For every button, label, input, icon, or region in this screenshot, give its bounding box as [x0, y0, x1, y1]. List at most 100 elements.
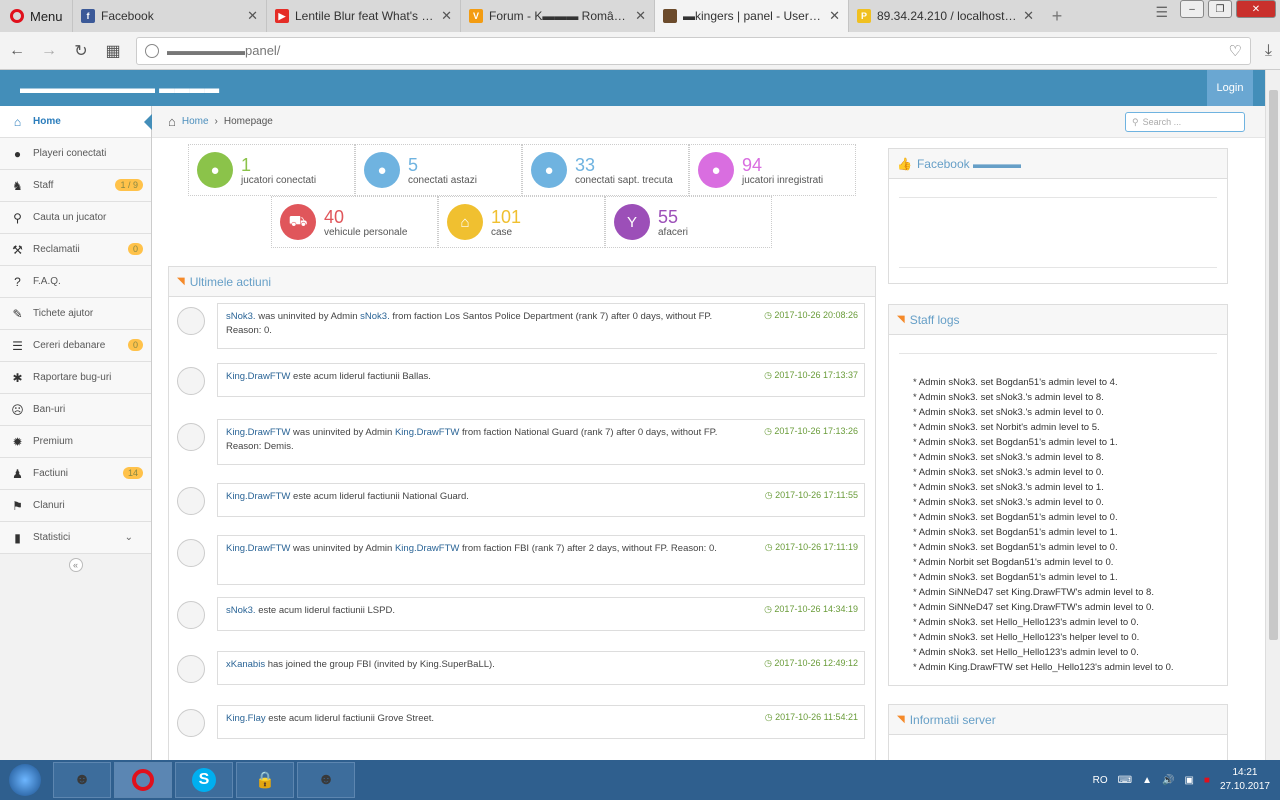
tab-close-icon[interactable]: ✕	[635, 8, 646, 24]
tray-arrow-icon[interactable]: ▲	[1142, 775, 1152, 786]
reload-icon[interactable]: ↻	[72, 41, 90, 61]
scrollbar-thumb[interactable]	[1269, 90, 1278, 640]
network-icon[interactable]: ▣	[1184, 775, 1193, 786]
player-link[interactable]: xKanabis	[226, 659, 265, 670]
taskbar-app-game[interactable]: ☻	[53, 762, 111, 798]
player-link[interactable]: King.Flay	[226, 713, 266, 724]
timestamp: 2017-10-26 17:13:26	[774, 426, 858, 436]
clock[interactable]: 14:21 27.10.2017	[1220, 766, 1270, 794]
forward-icon[interactable]: →	[40, 42, 58, 60]
tab-close-icon[interactable]: ✕	[829, 8, 840, 24]
game-avatar-icon: ☻	[73, 771, 91, 788]
taskbar-app-skype[interactable]: S	[175, 762, 233, 798]
breadcrumb-home-link[interactable]: Home	[182, 116, 209, 127]
sidebar-item-staff[interactable]: ♞ Staff 1 / 9	[0, 170, 151, 202]
sidebar-collapse[interactable]: «	[0, 554, 151, 576]
staff-log-entry: * Admin sNok3. set Bogdan51's admin leve…	[913, 512, 1118, 523]
admin-link[interactable]: King.DrawFTW	[395, 543, 459, 554]
sidebar-item-playeri-conectati[interactable]: ● Playeri conectati	[0, 138, 151, 170]
new-tab-button[interactable]: +	[1042, 6, 1072, 27]
admin-link[interactable]: King.DrawFTW	[395, 427, 459, 438]
tab-title: Lentile Blur feat What's UP	[295, 9, 436, 23]
close-window-button[interactable]: ✕	[1236, 0, 1276, 18]
maximize-button[interactable]: ❐	[1208, 0, 1232, 18]
staff-log-entry: * Admin sNok3. set Bogdan51's admin leve…	[913, 437, 1118, 448]
home-icon: ⌂	[168, 114, 176, 129]
sidebar-item-clanuri[interactable]: ⚑ Clanuri	[0, 490, 151, 522]
volume-icon[interactable]: 🔊	[1162, 775, 1174, 786]
server-info-title: Informatii server	[909, 712, 996, 727]
staff-logs-panel: ◥ Staff logs * Admin sNok3. set Bogdan51…	[888, 304, 1228, 686]
browser-tab[interactable]: P 89.34.24.210 / localhost / c ✕	[848, 0, 1042, 32]
site-brand[interactable]: ▬▬▬▬▬▬▬▬▬ ▬▬▬▬	[20, 80, 219, 97]
sidebar-item-cereri-debanare[interactable]: ☰ Cereri debanare 0	[0, 330, 151, 362]
player-link[interactable]: King.DrawFTW	[226, 543, 290, 554]
browser-tab[interactable]: ▬kingers | panel - User Pane ✕	[654, 0, 848, 32]
timeline-time: ◷ 2017-10-26 17:13:26	[764, 426, 858, 436]
timeline-time: ◷ 2017-10-26 11:54:21	[764, 712, 858, 722]
sidebar-item-label: Ban-uri	[33, 404, 66, 415]
speed-dial-icon[interactable]: ▦	[104, 41, 122, 61]
sidebar-item-reclamatii[interactable]: ⚒ Reclamatii 0	[0, 234, 151, 266]
language-indicator[interactable]: RO	[1093, 775, 1108, 786]
taskbar-app-tool[interactable]: 🔒	[236, 762, 294, 798]
taskbar-app-game2[interactable]: ☻	[297, 762, 355, 798]
sidebar-item-factiuni[interactable]: ♟ Factiuni 14	[0, 458, 151, 490]
player-link[interactable]: King.DrawFTW	[226, 371, 290, 382]
sidebar-item-icon: ✱	[12, 370, 23, 385]
opera-menu-button[interactable]: Menu	[0, 0, 72, 32]
browser-tab[interactable]: ▶ Lentile Blur feat What's UP ✕	[266, 0, 460, 32]
taskbar-app-opera[interactable]	[114, 762, 172, 798]
timeline-avatar	[177, 655, 205, 683]
sidebar-item-icon: ☰	[12, 338, 23, 353]
url-text[interactable]: ▬▬▬▬▬▬panel/	[167, 43, 1220, 58]
sidebar-item-cauta-un-jucator[interactable]: ⚲ Cauta un jucator	[0, 202, 151, 234]
tab-close-icon[interactable]: ✕	[247, 8, 258, 24]
login-button[interactable]: Login	[1207, 70, 1253, 106]
start-button[interactable]	[0, 760, 50, 800]
stat-number: 101	[491, 206, 522, 227]
player-link[interactable]: sNok3.	[226, 311, 256, 322]
collapse-icon[interactable]: «	[68, 558, 83, 572]
timestamp: 2017-10-26 11:54:21	[775, 712, 858, 722]
sidebar-item-home[interactable]: ⌂ Home	[0, 106, 152, 138]
tab-close-icon[interactable]: ✕	[1023, 8, 1034, 24]
staff-logs-header: ◥ Staff logs	[889, 305, 1227, 335]
notification-icon[interactable]: ■	[1204, 775, 1210, 786]
url-field[interactable]: ▬▬▬▬▬▬panel/ ♡	[136, 36, 1251, 65]
page-scrollbar[interactable]	[1265, 70, 1280, 760]
sidebar-item-premium[interactable]: ✹ Premium	[0, 426, 151, 458]
sidebar-item-tichete-ajutor[interactable]: ✎ Tichete ajutor	[0, 298, 151, 330]
browser-tab[interactable]: V Forum - K▬▬▬ România ✕	[460, 0, 654, 32]
player-link[interactable]: sNok3.	[226, 605, 256, 616]
easy-setup-icon[interactable]: ☰	[1155, 4, 1168, 21]
sidebar-item-icon: ✎	[12, 306, 23, 321]
sidebar-item-statistici[interactable]: ▮ Statistici ⌄	[0, 522, 151, 554]
download-icon[interactable]: ⤓	[1265, 42, 1272, 60]
stat-number: 55	[658, 206, 679, 227]
staff-log-entry: * Admin sNok3. set sNok3.'s admin level …	[913, 497, 1104, 508]
admin-link[interactable]: sNok3.	[360, 311, 390, 322]
sidebar-item-icon: ⚒	[12, 242, 23, 257]
stat-number: 40	[324, 206, 345, 227]
sidebar-item-f-a-q-[interactable]: ? F.A.Q.	[0, 266, 151, 298]
player-link[interactable]: King.DrawFTW	[226, 491, 290, 502]
browser-tab[interactable]: f Facebook ✕	[72, 0, 266, 32]
tab-close-icon[interactable]: ✕	[441, 8, 452, 24]
tab-title: ▬kingers | panel - User Pane	[683, 9, 823, 23]
chevron-down-icon[interactable]: ⌄	[125, 532, 133, 543]
bookmark-heart-icon[interactable]: ♡	[1228, 42, 1241, 60]
minimize-button[interactable]: –	[1180, 0, 1204, 18]
action-text-2: from faction FBI (rank 7) after 2 days, …	[459, 543, 717, 554]
search-input[interactable]: ⚲ Search ...	[1125, 112, 1245, 132]
breadcrumb-separator-icon: ›	[214, 116, 218, 127]
player-link[interactable]: King.DrawFTW	[226, 427, 290, 438]
back-icon[interactable]: ←	[8, 42, 26, 60]
keyboard-icon[interactable]: ⌨	[1118, 775, 1132, 786]
tab-title: Facebook	[101, 9, 154, 23]
stat-label: conectati sapt. trecuta	[575, 174, 673, 186]
sidebar-item-ban-uri[interactable]: ☹ Ban-uri	[0, 394, 151, 426]
sidebar-item-raportare-bug-uri[interactable]: ✱ Raportare bug-uri	[0, 362, 151, 394]
stat-infobox: ● 1 jucatori conectati	[188, 144, 355, 196]
stat-label: jucatori conectati	[241, 174, 317, 186]
